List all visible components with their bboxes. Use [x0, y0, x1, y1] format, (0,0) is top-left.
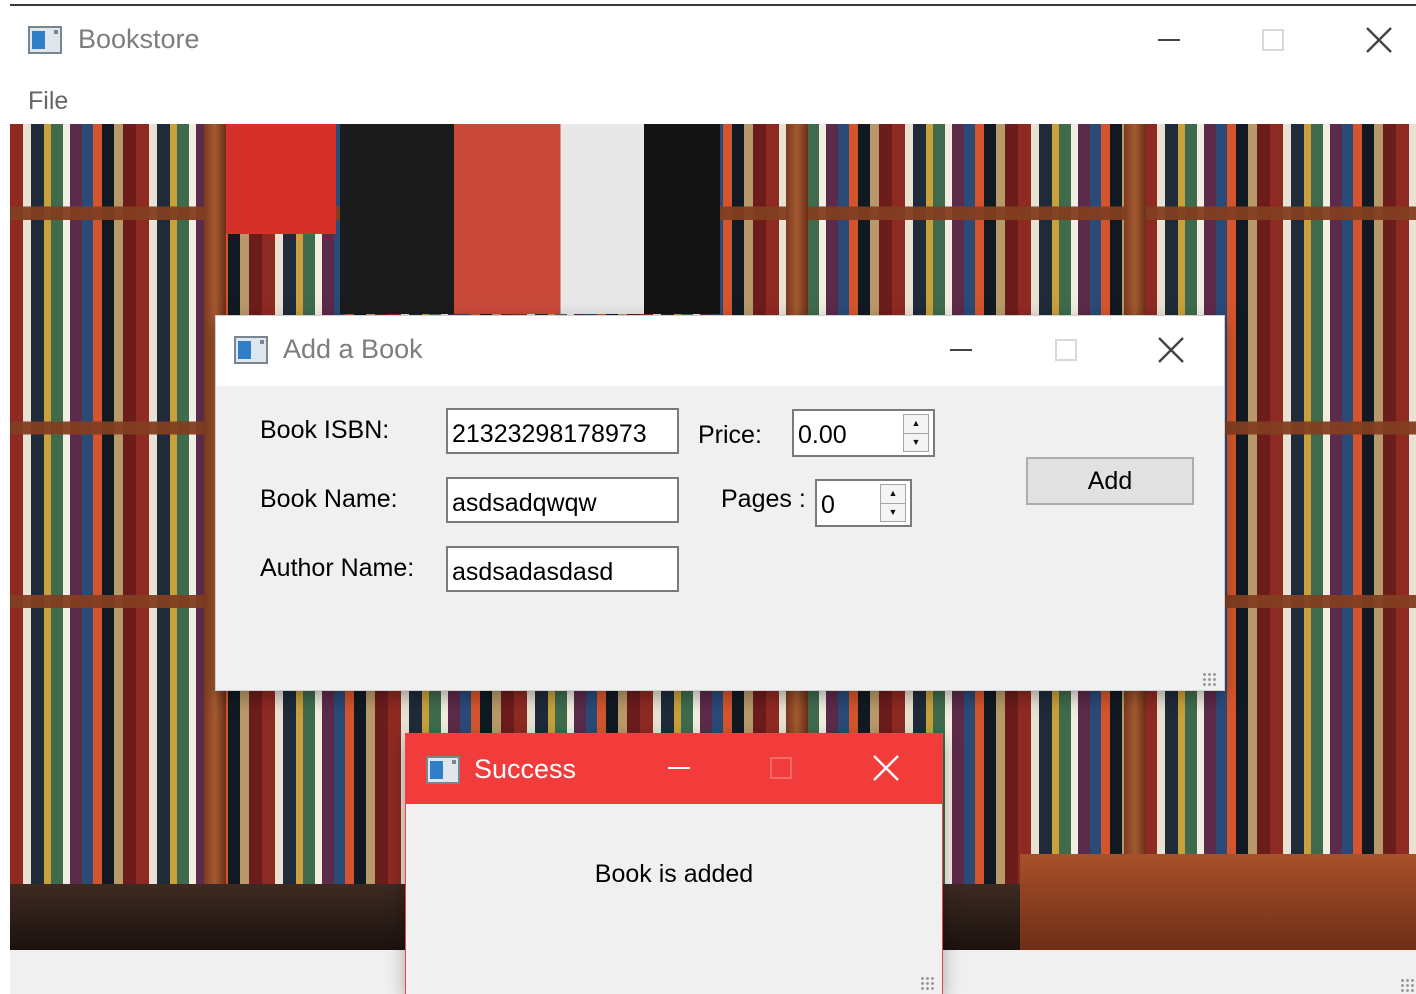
close-icon[interactable]	[1148, 330, 1194, 370]
arrow-down-icon[interactable]: ▼	[904, 434, 928, 452]
resize-grip-icon[interactable]	[1400, 978, 1414, 992]
add-book-titlebar[interactable]: Add a Book	[216, 316, 1224, 386]
arrow-down-icon[interactable]: ▼	[881, 504, 905, 522]
resize-grip-icon[interactable]	[1202, 672, 1216, 686]
author-name-input[interactable]: asdsadasdasd	[446, 546, 679, 592]
add-book-dialog: Add a Book Book ISBN: 21323298178973 Boo…	[216, 316, 1224, 690]
book-name-label: Book Name:	[260, 485, 398, 513]
window-app-icon	[28, 25, 62, 54]
success-dialog: Success Book is added	[406, 734, 942, 994]
maximize-icon[interactable]	[1250, 20, 1296, 60]
author-name-label: Author Name:	[260, 554, 415, 582]
pages-value: 0	[821, 491, 835, 519]
price-label: Price:	[698, 421, 762, 449]
isbn-input[interactable]: 21323298178973	[446, 408, 679, 454]
maximize-icon[interactable]	[1043, 330, 1089, 370]
minimize-icon[interactable]	[656, 748, 702, 788]
add-book-dialog-title: Add a Book	[283, 334, 423, 364]
book-name-input[interactable]: asdsadqwqw	[446, 477, 679, 523]
menu-file[interactable]: File	[28, 87, 68, 116]
resize-grip-icon[interactable]	[920, 976, 934, 990]
minimize-icon[interactable]	[938, 330, 984, 370]
price-spinbox[interactable]: 0.00 ▲ ▼	[792, 409, 935, 457]
menu-bar: File	[10, 80, 1416, 124]
dialog-app-icon	[234, 336, 268, 364]
success-dialog-title: Success	[474, 754, 577, 784]
pages-label: Pages :	[721, 485, 806, 513]
add-button[interactable]: Add	[1026, 457, 1194, 505]
main-titlebar[interactable]: Bookstore	[28, 24, 200, 55]
success-titlebar[interactable]: Success	[406, 734, 942, 804]
price-value: 0.00	[798, 421, 847, 449]
maximize-icon[interactable]	[758, 748, 804, 788]
arrow-up-icon[interactable]: ▲	[881, 485, 905, 504]
close-icon[interactable]	[863, 748, 909, 788]
isbn-label: Book ISBN:	[260, 416, 390, 444]
arrow-up-icon[interactable]: ▲	[904, 415, 928, 434]
minimize-icon[interactable]	[1146, 20, 1192, 60]
pages-spin-buttons: ▲ ▼	[880, 484, 906, 522]
success-message: Book is added	[594, 860, 754, 888]
window-top-border	[10, 4, 1416, 6]
close-icon[interactable]	[1356, 20, 1402, 60]
price-spin-buttons: ▲ ▼	[903, 414, 929, 452]
dialog-app-icon	[426, 756, 460, 784]
pages-spinbox[interactable]: 0 ▲ ▼	[815, 479, 912, 527]
main-window-title: Bookstore	[78, 24, 200, 54]
